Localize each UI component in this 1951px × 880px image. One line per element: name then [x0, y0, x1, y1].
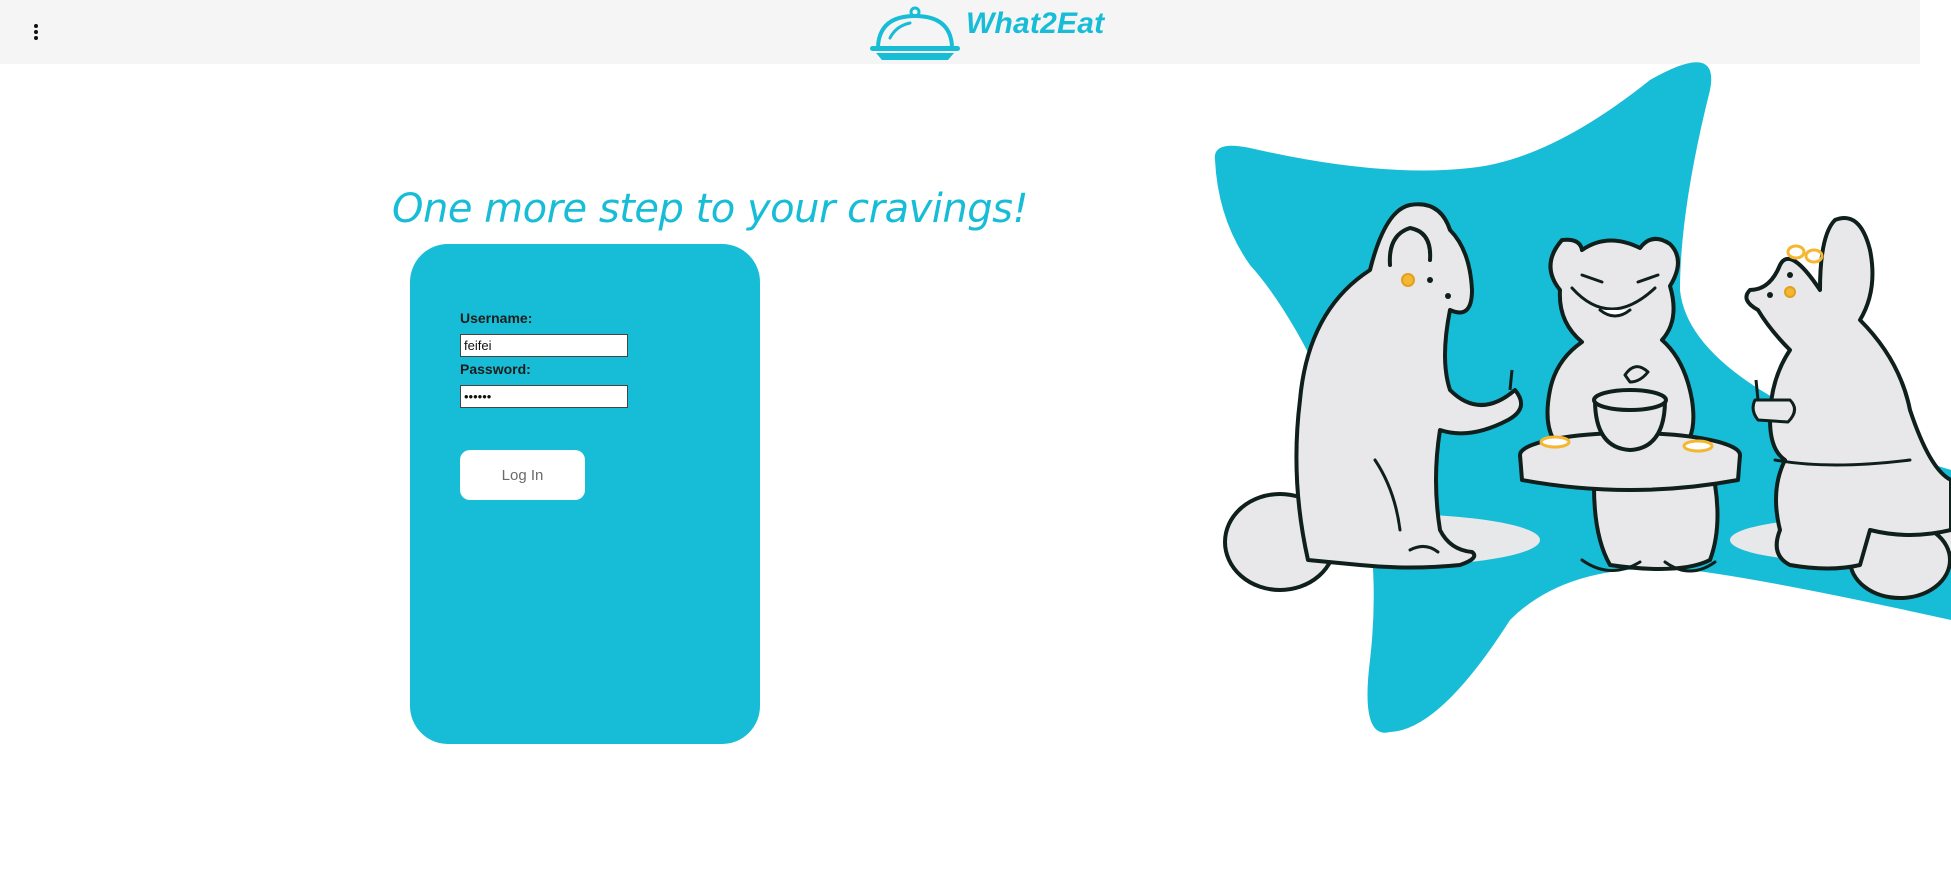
- login-form: Username: Password: Log In: [410, 244, 760, 744]
- login-button[interactable]: Log In: [460, 450, 585, 500]
- more-vert-icon[interactable]: [26, 18, 46, 46]
- top-app-bar: What2Eat: [0, 0, 1920, 64]
- username-label: Username:: [460, 310, 533, 326]
- brand-name: What2Eat: [966, 7, 1105, 40]
- username-input[interactable]: [460, 334, 628, 357]
- bears-tea-party-illustration: [1214, 62, 1951, 733]
- password-input[interactable]: [460, 385, 628, 408]
- page-headline: One more step to your cravings!: [392, 186, 1028, 232]
- food-cloche-icon: [870, 6, 960, 60]
- password-label: Password:: [460, 361, 531, 377]
- brand[interactable]: What2Eat: [868, 0, 1104, 64]
